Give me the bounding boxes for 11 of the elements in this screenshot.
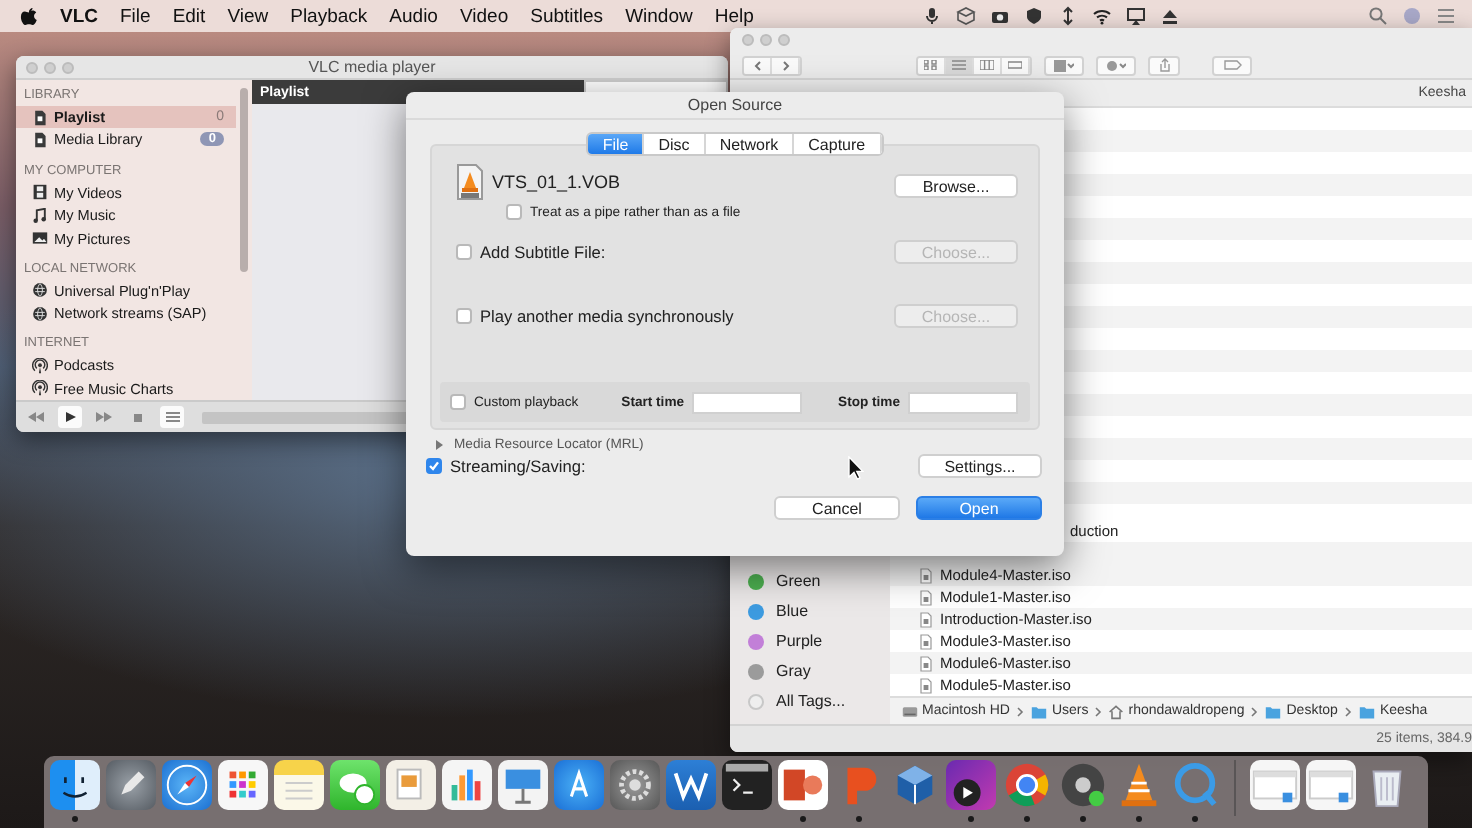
tag-label: All Tags... [776,692,846,710]
file-name: VTS_01_1.VOB [492,172,621,192]
tag-label: Purple [776,632,823,650]
tag-label: Gray [776,662,811,680]
checkbox-label: Add Subtitle File: [480,242,606,262]
window-title: VLC media player [306,58,438,76]
tag-label: Green [776,572,821,590]
checkbox-label: Play another media synchronously [480,306,734,326]
tag-label: Blue [776,602,809,620]
dialog-title: Open Source [406,92,1064,120]
checkbox-label: Streaming/Saving: [450,456,586,476]
